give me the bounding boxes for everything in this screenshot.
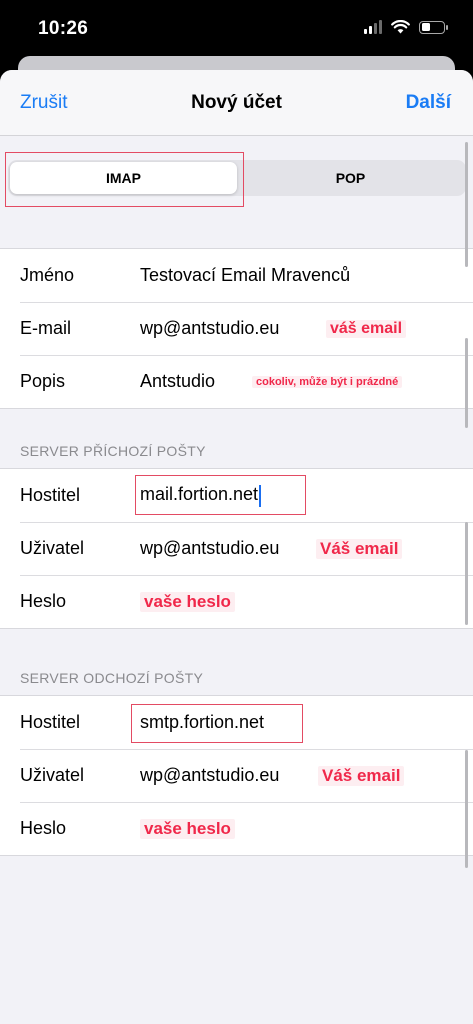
account-info-group: Jméno Testovací Email Mravenců E-mail wp… [0,248,473,409]
wifi-icon [391,20,410,34]
outgoing-user-label: Uživatel [20,765,85,785]
description-label: Popis [20,371,66,391]
protocol-segmented-control: IMAP POP [8,160,466,196]
description-row[interactable]: Popis Antstudio cokoliv, může být i práz… [0,355,473,408]
incoming-password-annotation: vaše heslo [140,591,235,612]
outgoing-server-group: Hostitel smtp.fortion.net Uživatel wp@an… [0,695,473,856]
battery-icon [419,20,448,34]
incoming-host-field[interactable]: mail.fortion.net [140,484,262,507]
next-button[interactable]: Další [406,92,451,114]
email-annotation: váš email [326,319,407,338]
email-row[interactable]: E-mail wp@antstudio.eu váš email [0,302,473,355]
description-annotation: cokoliv, může být i prázdné [252,375,403,388]
incoming-server-header: SERVER PŘÍCHOZÍ POŠTY [20,443,206,459]
outgoing-host-label: Hostitel [20,712,81,732]
scrollbar-segment [465,522,468,625]
name-field[interactable]: Testovací Email Mravenců [140,265,350,286]
outgoing-server-header: SERVER ODCHOZÍ POŠTY [20,670,204,686]
incoming-user-label: Uživatel [20,538,85,558]
segment-pop[interactable]: POP [237,162,464,194]
text-cursor [259,484,262,507]
incoming-user-row[interactable]: Uživatel wp@antstudio.eu Váš email [0,522,473,575]
scrollbar[interactable] [465,142,468,267]
outgoing-password-label: Heslo [20,818,67,838]
status-time: 10:26 [38,18,89,39]
segment-imap[interactable]: IMAP [10,162,237,194]
outgoing-host-field[interactable]: smtp.fortion.net [140,712,264,733]
incoming-user-annotation: Váš email [316,538,403,559]
name-label: Jméno [20,265,75,285]
scrollbar-segment [465,338,468,428]
outgoing-password-annotation: vaše heslo [140,818,235,839]
outgoing-user-row[interactable]: Uživatel wp@antstudio.eu Váš email [0,749,473,802]
incoming-host-value: mail.fortion.net [140,484,259,505]
email-label: E-mail [20,318,72,338]
scrollbar-segment [465,750,468,868]
page-title: Nový účet [191,92,282,113]
cellular-signal-icon [364,20,382,34]
outgoing-user-field[interactable]: wp@antstudio.eu [140,765,279,786]
status-bar: 10:26 [0,0,473,62]
new-account-sheet: Zrušit Nový účet Další IMAP POP Jméno Te… [0,70,473,1024]
incoming-password-label: Heslo [20,591,67,611]
cancel-button[interactable]: Zrušit [20,92,68,114]
email-field[interactable]: wp@antstudio.eu [140,318,279,339]
description-field[interactable]: Antstudio [140,371,215,392]
outgoing-host-row[interactable]: Hostitel smtp.fortion.net [0,696,473,749]
incoming-password-row[interactable]: Heslo vaše heslo [0,575,473,628]
incoming-host-row[interactable]: Hostitel mail.fortion.net [0,469,473,522]
outgoing-password-row[interactable]: Heslo vaše heslo [0,802,473,855]
name-row[interactable]: Jméno Testovací Email Mravenců [0,249,473,302]
incoming-host-label: Hostitel [20,485,81,505]
incoming-user-field[interactable]: wp@antstudio.eu [140,538,279,559]
outgoing-user-annotation: Váš email [318,765,405,786]
status-icons [364,20,448,34]
incoming-server-group: Hostitel mail.fortion.net Uživatel wp@an… [0,468,473,629]
navigation-bar: Zrušit Nový účet Další [0,70,473,136]
